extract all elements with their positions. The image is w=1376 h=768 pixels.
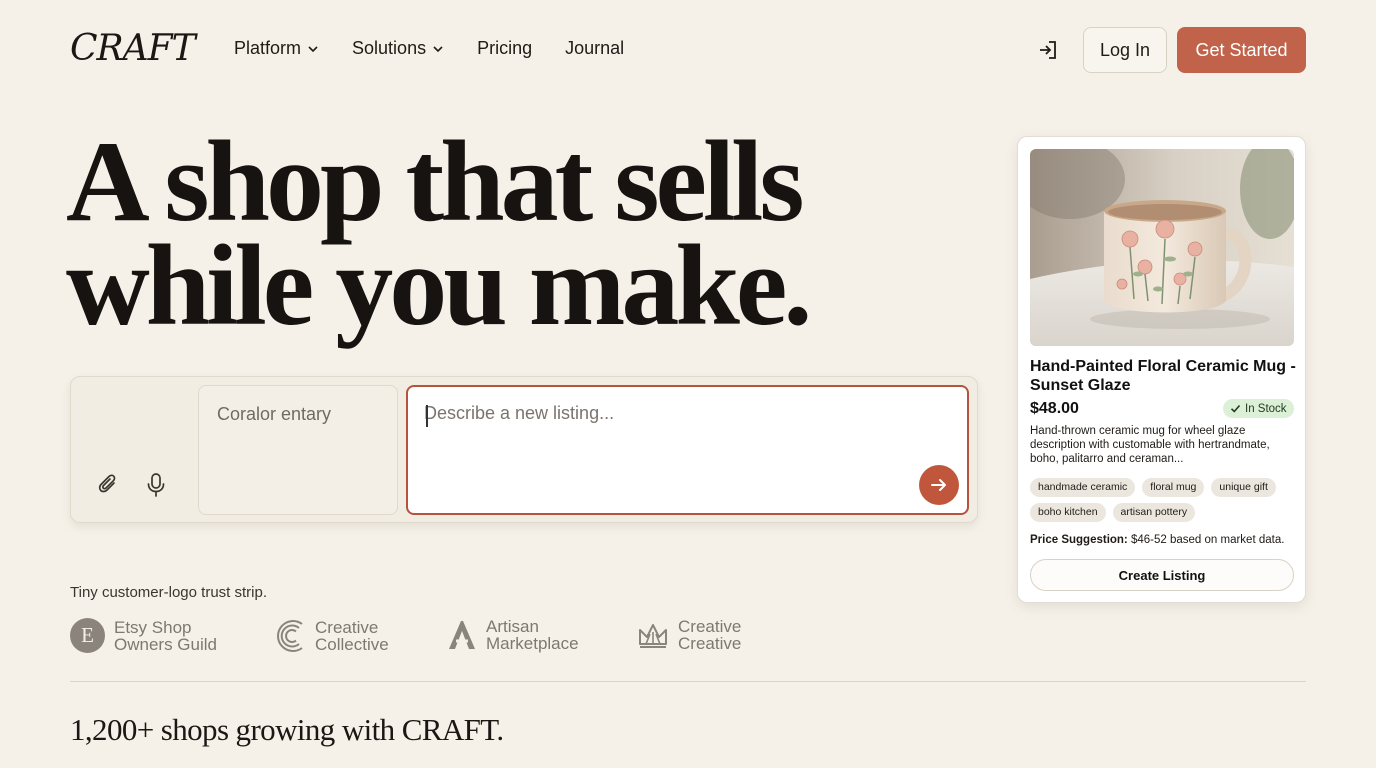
- status-badge: In Stock: [1223, 399, 1294, 418]
- listing-input[interactable]: [424, 403, 904, 424]
- price-suggestion-value: $46-52 based on market data.: [1127, 534, 1285, 546]
- tag-chip[interactable]: floral mug: [1142, 478, 1205, 497]
- tag-chip[interactable]: boho kitchen: [1030, 503, 1106, 522]
- product-preview-card: Hand-Painted Floral Ceramic Mug - Sunset…: [1017, 136, 1306, 603]
- price-suggestion: Price Suggestion: $46-52 based on market…: [1030, 534, 1284, 546]
- login-button[interactable]: Log In: [1083, 27, 1167, 73]
- ceramic-mug-photo: [1030, 149, 1294, 346]
- product-description: Hand-thrown ceramic mug for wheel glaze …: [1030, 425, 1270, 465]
- page: CRAFT Platform Solutions Pricing Journal…: [0, 0, 1376, 768]
- tag-chip[interactable]: unique gift: [1211, 478, 1276, 497]
- letter-a-icon: [449, 621, 475, 649]
- customer-logo-text: Etsy Shop Owners Guild: [114, 617, 217, 654]
- chevron-down-icon: [433, 45, 443, 52]
- customer-logo-text: Artisan Marketplace: [486, 617, 579, 653]
- nav-item-label: Solutions: [352, 38, 427, 58]
- section-divider: [70, 681, 1306, 682]
- tag-chip[interactable]: handmade ceramic: [1030, 478, 1136, 497]
- nav-item-solutions[interactable]: Solutions: [352, 38, 444, 59]
- paperclip-icon[interactable]: [96, 472, 120, 496]
- send-button[interactable]: [919, 465, 959, 505]
- hero-title-line-2: while you make.: [66, 222, 812, 350]
- tag-list: handmade ceramic floral mug unique gift …: [1030, 478, 1298, 522]
- tag-chip[interactable]: artisan pottery: [1112, 503, 1196, 522]
- product-price: $48.00: [1030, 400, 1079, 417]
- status-badge-label: In Stock: [1245, 402, 1287, 415]
- customer-logo-text: Creative Collective: [315, 618, 389, 654]
- customer-logo-etsy: E Etsy Shop Owners Guild: [70, 618, 217, 653]
- nav-item-label: Journal: [565, 38, 625, 58]
- hero-title: A shop that sells while you make.: [66, 118, 812, 350]
- nav-item-label: Platform: [234, 38, 302, 58]
- chevron-down-icon: [308, 45, 318, 52]
- customer-logo-artisan-marketplace: Artisan Marketplace: [447, 618, 579, 652]
- nav-item-journal[interactable]: Journal: [565, 38, 624, 59]
- concentric-c-icon: [277, 620, 303, 652]
- product-title: Hand-Painted Floral Ceramic Mug - Sunset…: [1030, 358, 1296, 394]
- customer-logo-text: Creative Creative: [678, 617, 742, 653]
- category-field[interactable]: Coralor entary: [198, 385, 398, 515]
- sign-in-icon[interactable]: [1036, 38, 1060, 62]
- crown-icon: [639, 624, 667, 648]
- nav-item-platform[interactable]: Platform: [234, 38, 319, 59]
- shops-count-heading: 1,200+ shops growing with CRAFT.: [70, 712, 504, 747]
- nav-item-label: Pricing: [477, 38, 533, 58]
- arrow-right-icon: [931, 479, 946, 491]
- customer-logo-creative-creative: Creative Creative: [637, 618, 741, 652]
- main-nav: Platform Solutions Pricing Journal: [234, 38, 624, 59]
- customer-logo-creative-collective: Creative Collective: [274, 618, 389, 654]
- get-started-button[interactable]: Get Started: [1177, 27, 1306, 73]
- text-caret: [426, 405, 428, 427]
- nav-item-pricing[interactable]: Pricing: [477, 38, 532, 59]
- microphone-icon[interactable]: [145, 472, 167, 498]
- trust-caption: Tiny customer-logo trust strip.: [70, 584, 267, 601]
- checkmark-icon: [1230, 404, 1241, 413]
- price-suggestion-label: Price Suggestion:: [1030, 534, 1128, 546]
- listing-input-box[interactable]: [406, 385, 969, 515]
- brand-logo[interactable]: CRAFT: [70, 28, 196, 69]
- hero-title-line-1: A shop that sells: [66, 118, 805, 246]
- create-listing-button[interactable]: Create Listing: [1030, 559, 1294, 591]
- etsy-e-badge-icon: E: [70, 618, 105, 653]
